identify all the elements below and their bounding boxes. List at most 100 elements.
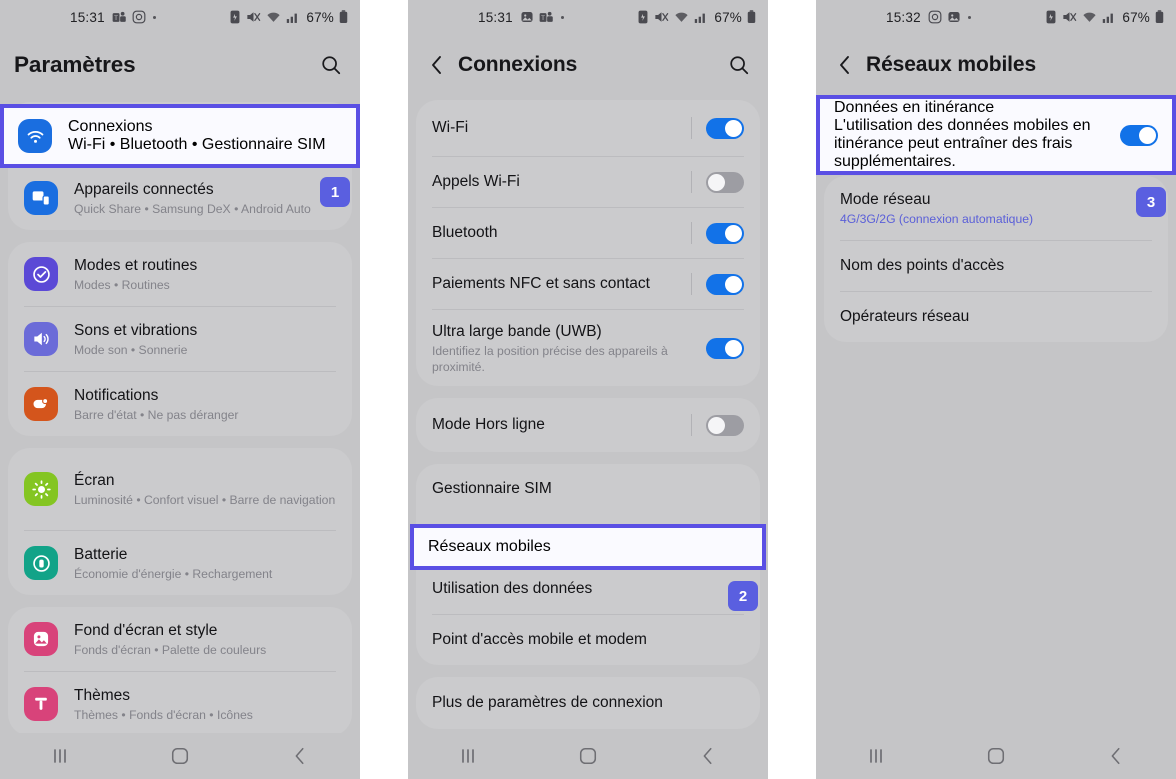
mute-icon bbox=[1062, 10, 1077, 24]
reseaux-card-1: Mode réseau 4G/3G/2G (connexion automati… bbox=[824, 176, 1168, 342]
toggle-switch[interactable] bbox=[706, 337, 744, 359]
item-title: Gestionnaire SIM bbox=[432, 480, 552, 497]
connexions-item-bluetooth[interactable]: Bluetooth bbox=[416, 208, 760, 258]
home-icon[interactable] bbox=[152, 739, 208, 773]
connexions-item-gestionnaire-sim[interactable]: Gestionnaire SIM bbox=[416, 464, 760, 514]
toggle-switch[interactable] bbox=[1120, 124, 1158, 146]
reseaux-item-nom-des-points-dacces[interactable]: Nom des points d'accès bbox=[824, 241, 1168, 291]
settings-list[interactable]: Connexions Wi-Fi • Bluetooth • Gestionna… bbox=[0, 96, 360, 779]
reseaux-item-mode-reseau[interactable]: Mode réseau 4G/3G/2G (connexion automati… bbox=[824, 176, 1168, 240]
sound-icon bbox=[24, 322, 58, 356]
reseaux-mobiles-list[interactable]: Mode réseau 4G/3G/2G (connexion automati… bbox=[816, 96, 1176, 779]
item-title: Nom des points d'accès bbox=[840, 257, 1005, 274]
appels-wifi-toggle[interactable] bbox=[691, 171, 744, 193]
phone-panel-settings: 15:31 T 67% Paramètres Connexions Wi-Fi … bbox=[0, 0, 360, 779]
settings-item-subtitle: Mode son • Sonnerie bbox=[74, 342, 188, 357]
more-dot-icon bbox=[560, 15, 564, 19]
back-icon[interactable] bbox=[1088, 739, 1144, 773]
bluetooth-toggle[interactable] bbox=[691, 222, 744, 244]
mute-icon bbox=[654, 10, 669, 24]
settings-item-subtitle: Fonds d'écran • Palette de couleurs bbox=[74, 642, 267, 657]
settings-item-title: Sons et vibrations bbox=[74, 321, 198, 339]
connexions-item-wifi[interactable]: Wi-Fi bbox=[416, 100, 760, 156]
more-dot-icon bbox=[967, 15, 971, 19]
search-icon[interactable] bbox=[724, 50, 754, 80]
settings-item-modes-et-routines[interactable]: Modes et routines Modes • Routines bbox=[8, 242, 352, 306]
item-title: Mode Hors ligne bbox=[432, 416, 545, 433]
settings-item-title: Batterie bbox=[74, 545, 128, 563]
mode-hors-ligne-toggle[interactable] bbox=[691, 414, 744, 436]
battery-icon bbox=[747, 10, 756, 24]
recents-icon[interactable] bbox=[32, 739, 88, 773]
toggle-separator bbox=[691, 414, 692, 436]
back-icon[interactable] bbox=[830, 50, 860, 80]
settings-item-fond-decran-et-style[interactable]: Fond d'écran et style Fonds d'écran • Pa… bbox=[8, 607, 352, 671]
home-icon[interactable] bbox=[560, 739, 616, 773]
wifi-toggle[interactable] bbox=[691, 117, 744, 139]
toggle-switch[interactable] bbox=[706, 171, 744, 193]
donnees-itinerance-toggle[interactable] bbox=[1120, 124, 1158, 146]
settings-card-3: Écran Luminosité • Confort visuel • Barr… bbox=[8, 448, 352, 595]
item-title: Réseaux mobiles bbox=[428, 538, 551, 555]
settings-item-batterie[interactable]: Batterie Économie d'énergie • Rechargeme… bbox=[8, 531, 352, 595]
search-icon[interactable] bbox=[316, 50, 346, 80]
settings-item-title: Écran bbox=[74, 471, 115, 489]
toggle-switch[interactable] bbox=[706, 273, 744, 295]
back-icon[interactable] bbox=[272, 739, 328, 773]
connexions-item-uwb[interactable]: Ultra large bande (UWB) Identifiez la po… bbox=[416, 310, 760, 386]
connexions-item-point-dacces-mobile[interactable]: Point d'accès mobile et modem bbox=[416, 615, 760, 665]
recents-icon[interactable] bbox=[848, 739, 904, 773]
nav-bar bbox=[408, 733, 768, 779]
back-icon[interactable] bbox=[680, 739, 736, 773]
settings-item-ecran[interactable]: Écran Luminosité • Confort visuel • Barr… bbox=[8, 448, 352, 530]
panel-gap-2 bbox=[768, 0, 816, 779]
settings-item-notifications[interactable]: Notifications Barre d'état • Ne pas déra… bbox=[8, 372, 352, 436]
reseaux-item-operateurs-reseau[interactable]: Opérateurs réseau bbox=[824, 292, 1168, 342]
toggle-switch[interactable] bbox=[706, 222, 744, 244]
connexions-list[interactable]: Wi-Fi Appels Wi-Fi Bluetooth Paiements N… bbox=[408, 96, 768, 779]
svg-text:T: T bbox=[541, 15, 545, 22]
connexions-item-appels-wifi[interactable]: Appels Wi-Fi bbox=[416, 157, 760, 207]
settings-card-2: Modes et routines Modes • Routines Sons … bbox=[8, 242, 352, 436]
recents-icon[interactable] bbox=[440, 739, 496, 773]
back-icon[interactable] bbox=[422, 50, 452, 80]
status-time: 15:31 bbox=[70, 9, 105, 25]
signal-icon bbox=[286, 11, 300, 24]
connexions-card-4: Plus de paramètres de connexion bbox=[416, 677, 760, 729]
connexions-item-mode-hors-ligne[interactable]: Mode Hors ligne bbox=[416, 398, 760, 452]
connexions-item-reseaux-mobiles[interactable]: Réseaux mobiles bbox=[410, 524, 766, 570]
connexions-card-2: Mode Hors ligne bbox=[416, 398, 760, 452]
reseaux-item-donnees-en-itinerance[interactable]: Données en itinérance L'utilisation des … bbox=[816, 95, 1176, 175]
item-subtitle: Identifiez la position précise des appar… bbox=[432, 343, 668, 374]
item-title: Données en itinérance bbox=[834, 99, 995, 116]
settings-item-themes[interactable]: Thèmes Thèmes • Fonds d'écran • Icônes bbox=[8, 672, 352, 736]
app-bar-connexions: Connexions bbox=[408, 34, 768, 96]
settings-item-title: Connexions bbox=[68, 118, 153, 135]
instagram-icon bbox=[132, 10, 146, 24]
connexions-item-utilisation-des-donnees[interactable]: Utilisation des données bbox=[416, 564, 760, 614]
settings-item-subtitle: Quick Share • Samsung DeX • Android Auto bbox=[74, 201, 311, 216]
home-icon[interactable] bbox=[968, 739, 1024, 773]
uwb-toggle[interactable] bbox=[706, 337, 744, 359]
settings-item-appareils-connectes[interactable]: Appareils connectés Quick Share • Samsun… bbox=[8, 166, 352, 230]
gallery-icon bbox=[520, 10, 534, 24]
settings-item-sons-et-vibrations[interactable]: Sons et vibrations Mode son • Sonnerie bbox=[8, 307, 352, 371]
app-bar-reseaux-mobiles: Réseaux mobiles bbox=[816, 34, 1176, 96]
phone-panel-reseaux-mobiles: 15:32 67% Réseaux mobiles Mode réseau 4G… bbox=[816, 0, 1176, 779]
toggle-switch[interactable] bbox=[706, 414, 744, 436]
nav-bar bbox=[816, 733, 1176, 779]
page-title: Connexions bbox=[458, 53, 578, 76]
wifi-status-icon bbox=[674, 11, 689, 24]
battery-percent: 67% bbox=[1122, 9, 1150, 25]
connexions-item-nfc[interactable]: Paiements NFC et sans contact bbox=[416, 259, 760, 309]
settings-item-subtitle: Luminosité • Confort visuel • Barre de n… bbox=[74, 492, 336, 507]
toggle-separator bbox=[691, 273, 692, 295]
mute-icon bbox=[246, 10, 261, 24]
connexions-item-plus-de-parametres[interactable]: Plus de paramètres de connexion bbox=[416, 677, 760, 729]
toggle-switch[interactable] bbox=[706, 117, 744, 139]
item-title: Utilisation des données bbox=[432, 580, 593, 597]
nfc-toggle[interactable] bbox=[691, 273, 744, 295]
settings-item-connexions[interactable]: Connexions Wi-Fi • Bluetooth • Gestionna… bbox=[0, 104, 360, 168]
wifi-status-icon bbox=[266, 11, 281, 24]
battery-icon bbox=[339, 10, 348, 24]
